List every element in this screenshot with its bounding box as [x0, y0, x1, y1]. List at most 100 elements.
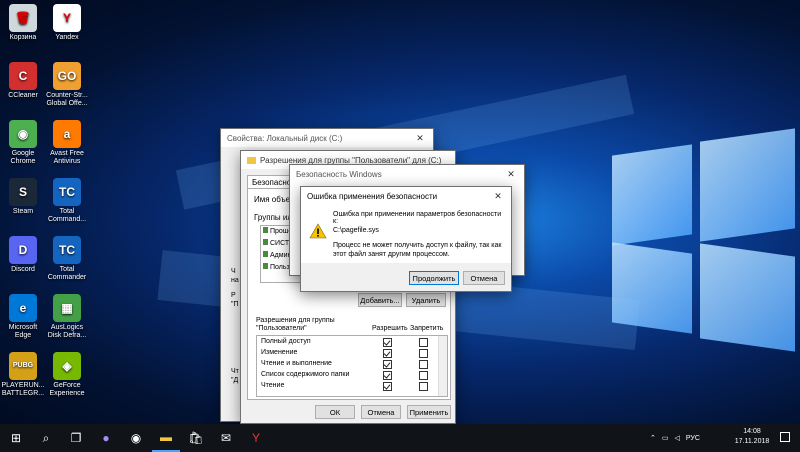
avast-icon: a — [53, 120, 81, 148]
deny-checkbox[interactable] — [419, 349, 428, 358]
desktop-icon[interactable]: D Discord — [0, 236, 46, 274]
permission-row: Список содержимого папки — [257, 369, 447, 380]
desktop-icon[interactable]: ◉ Google Chrome — [0, 120, 46, 166]
permission-row: Изменение — [257, 347, 447, 358]
close-icon[interactable]: ✕ — [407, 133, 433, 144]
start-icon[interactable]: ⊞ — [2, 424, 30, 452]
desktop-icon[interactable]: PUBG PLAYERUN... BATTLEGR... — [0, 352, 46, 398]
add-button[interactable]: Добавить... — [358, 293, 402, 307]
desktop-icon[interactable]: TC Total Command... — [44, 178, 90, 224]
allow-checkbox[interactable] — [383, 371, 392, 380]
volume-icon[interactable]: ◁ — [675, 434, 680, 442]
mail-icon[interactable]: ✉ — [212, 424, 240, 452]
error-dialog[interactable]: Ошибка применения безопасности ✕ Ошибка … — [300, 186, 512, 292]
logo-pane — [612, 242, 692, 334]
desktop-icon[interactable]: GO Counter-Str... Global Offe... — [44, 62, 90, 108]
desktop-icon[interactable]: C CCleaner — [0, 62, 46, 100]
file-explorer-icon[interactable]: ▬ — [152, 424, 180, 452]
truncated-label: Р — [231, 292, 236, 299]
total-commander-icon: TC — [53, 236, 81, 264]
folder-icon — [247, 156, 256, 164]
warning-icon — [309, 223, 327, 239]
props-side-labels: Ч на Р "П Чт "Д — [231, 267, 239, 385]
remove-button[interactable]: Удалить — [406, 293, 446, 307]
search-icon[interactable]: ⌕ — [32, 424, 60, 452]
group-name: Польз — [270, 264, 290, 271]
desktop-icon-label: Steam — [12, 208, 34, 215]
users-icon — [263, 251, 268, 257]
geforce-icon: ◈ — [53, 352, 81, 380]
permissions-header: Разрешения для группы "Пользователи" — [256, 317, 335, 332]
pubg-icon: PUBG — [9, 352, 37, 380]
ccleaner-icon: C — [9, 62, 37, 90]
store-icon[interactable]: 🛍 — [182, 424, 210, 452]
allow-checkbox[interactable] — [383, 338, 392, 347]
chrome-icon: ◉ — [9, 120, 37, 148]
permissions-list[interactable]: Полный доступ Изменение Чтение и выполнени… — [256, 335, 448, 397]
language-indicator[interactable]: РУС — [686, 435, 700, 442]
desktop-wallpaper: 🗑 Корзина Y Yandex C CCleaner GO Counter-Str...… — [0, 0, 800, 424]
deny-checkbox[interactable] — [419, 360, 428, 369]
desktop-icon[interactable]: S Steam — [0, 178, 46, 216]
clock-time: 14:08 — [743, 428, 761, 435]
permission-name: Полный доступ — [261, 338, 311, 345]
permission-name: Чтение и выполнение — [261, 360, 332, 367]
total-commander-icon: TC — [53, 178, 81, 206]
desktop-icon[interactable]: ◈ GeForce Experience — [44, 352, 90, 398]
recycle-bin-icon: 🗑 — [9, 4, 37, 32]
edge-icon: e — [9, 294, 37, 322]
allow-checkbox[interactable] — [383, 349, 392, 358]
users-icon — [263, 263, 268, 269]
deny-column-header: Запретить — [410, 325, 444, 332]
apply-button[interactable]: Применить — [407, 405, 451, 419]
desktop-icon[interactable]: ▦ AusLogics Disk Defra... — [44, 294, 90, 340]
error-cancel-button[interactable]: Отмена — [463, 271, 505, 285]
deny-checkbox[interactable] — [419, 371, 428, 380]
desktop-icon[interactable]: 🗑 Корзина — [0, 4, 46, 42]
desktop-icon-label: Counter-Str... Global Offe... — [46, 92, 88, 107]
permission-row: Полный доступ — [257, 336, 447, 347]
network-icon[interactable]: ▭ — [662, 434, 669, 442]
clock[interactable]: 14:08 17.11.2018 — [728, 427, 776, 447]
notification-icon[interactable] — [780, 432, 790, 442]
yandex-icon: Y — [53, 4, 81, 32]
scrollbar[interactable] — [438, 336, 447, 396]
cortana-icon[interactable]: ● — [92, 424, 120, 452]
people-icon[interactable]: ⌃ — [650, 434, 656, 442]
deny-checkbox[interactable] — [419, 382, 428, 391]
close-icon[interactable]: ✕ — [485, 191, 511, 202]
desktop-icon[interactable]: TC Total Commander — [44, 236, 90, 282]
logo-pane — [700, 243, 795, 352]
desktop-icon[interactable]: e Microsoft Edge — [0, 294, 46, 340]
desktop-icon-label: Total Commander — [47, 266, 87, 281]
dialog-title: Ошибка применения безопасности — [307, 191, 438, 201]
permission-name: Изменение — [261, 349, 298, 356]
users-icon — [263, 227, 268, 233]
desktop-icon-label: CCleaner — [8, 92, 38, 99]
task-view-icon[interactable]: ❐ — [62, 424, 90, 452]
yandex-icon[interactable]: Y — [242, 424, 270, 452]
truncated-label: Чт — [231, 368, 239, 375]
logo-pane — [612, 144, 692, 246]
desktop-icon[interactable]: a Avast Free Antivirus — [44, 120, 90, 166]
properties-titlebar[interactable]: Свойства: Локальный диск (C:) ✕ — [221, 129, 433, 147]
desktop-icon[interactable]: Y Yandex — [44, 4, 90, 42]
logo-pane — [700, 128, 795, 242]
security-titlebar[interactable]: Безопасность Windows ✕ — [290, 165, 524, 183]
deny-checkbox[interactable] — [419, 338, 428, 347]
permission-row: Чтение — [257, 380, 447, 391]
allow-checkbox[interactable] — [383, 360, 392, 369]
cancel-button[interactable]: Отмена — [361, 405, 401, 419]
allow-checkbox[interactable] — [383, 382, 392, 391]
permission-name: Чтение — [261, 382, 285, 389]
ok-button[interactable]: ОК — [315, 405, 355, 419]
error-line1: Ошибка при применении параметров безопас… — [333, 211, 502, 225]
chrome-icon[interactable]: ◉ — [122, 424, 150, 452]
desktop-icon-label: Корзина — [9, 34, 37, 41]
close-icon[interactable]: ✕ — [498, 169, 524, 180]
error-message: Процесс не может получить доступ к файлу… — [333, 242, 502, 258]
continue-button[interactable]: Продолжить — [409, 271, 459, 285]
error-titlebar[interactable]: Ошибка применения безопасности ✕ — [301, 187, 511, 205]
desktop-icon-label: GeForce Experience — [49, 382, 85, 397]
discord-icon: D — [9, 236, 37, 264]
